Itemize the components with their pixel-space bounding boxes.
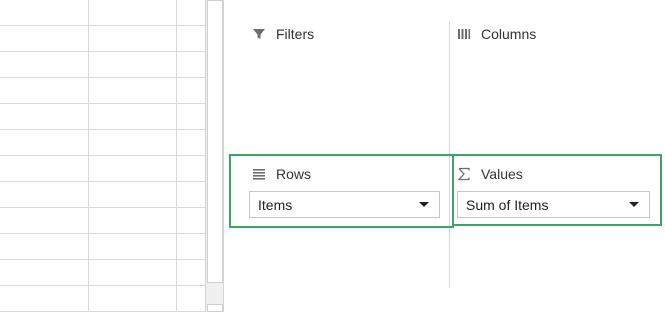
row-gridline <box>0 155 205 156</box>
rows-label: Rows <box>276 166 312 182</box>
columns-label: Columns <box>481 26 537 42</box>
columns-area-header: Columns <box>457 26 536 42</box>
row-gridline <box>0 181 205 182</box>
row-gridline <box>0 51 205 52</box>
rows-field-value: Items <box>258 196 293 213</box>
values-area-header: Values <box>457 166 523 182</box>
scrollbar-thumb[interactable] <box>207 0 223 283</box>
row-gridline <box>0 25 205 26</box>
values-label: Values <box>481 166 523 182</box>
spreadsheet-grid[interactable] <box>0 0 205 312</box>
rows-area-header: Rows <box>252 166 311 182</box>
row-gridline <box>0 233 205 234</box>
filters-area-header: Filters <box>252 26 314 42</box>
row-gridline <box>0 207 205 208</box>
filters-label: Filters <box>276 26 315 42</box>
row-gridline <box>0 129 205 130</box>
scroll-down-button[interactable] <box>207 304 223 312</box>
row-gridline <box>0 259 205 260</box>
filter-icon <box>252 27 266 41</box>
sigma-icon <box>457 167 471 181</box>
column-gridline <box>88 0 89 312</box>
rows-icon <box>252 167 266 181</box>
columns-icon <box>457 27 471 41</box>
column-gridline <box>176 0 177 312</box>
values-field-value: Sum of Items <box>466 196 549 213</box>
row-gridline <box>0 285 205 286</box>
chevron-down-icon <box>629 202 639 207</box>
row-gridline <box>0 103 205 104</box>
vertical-scrollbar[interactable] <box>205 0 224 312</box>
rows-field-dropdown[interactable]: Items <box>249 191 440 218</box>
row-gridline <box>0 77 205 78</box>
chevron-down-icon <box>419 202 429 207</box>
values-field-dropdown[interactable]: Sum of Items <box>457 191 650 218</box>
